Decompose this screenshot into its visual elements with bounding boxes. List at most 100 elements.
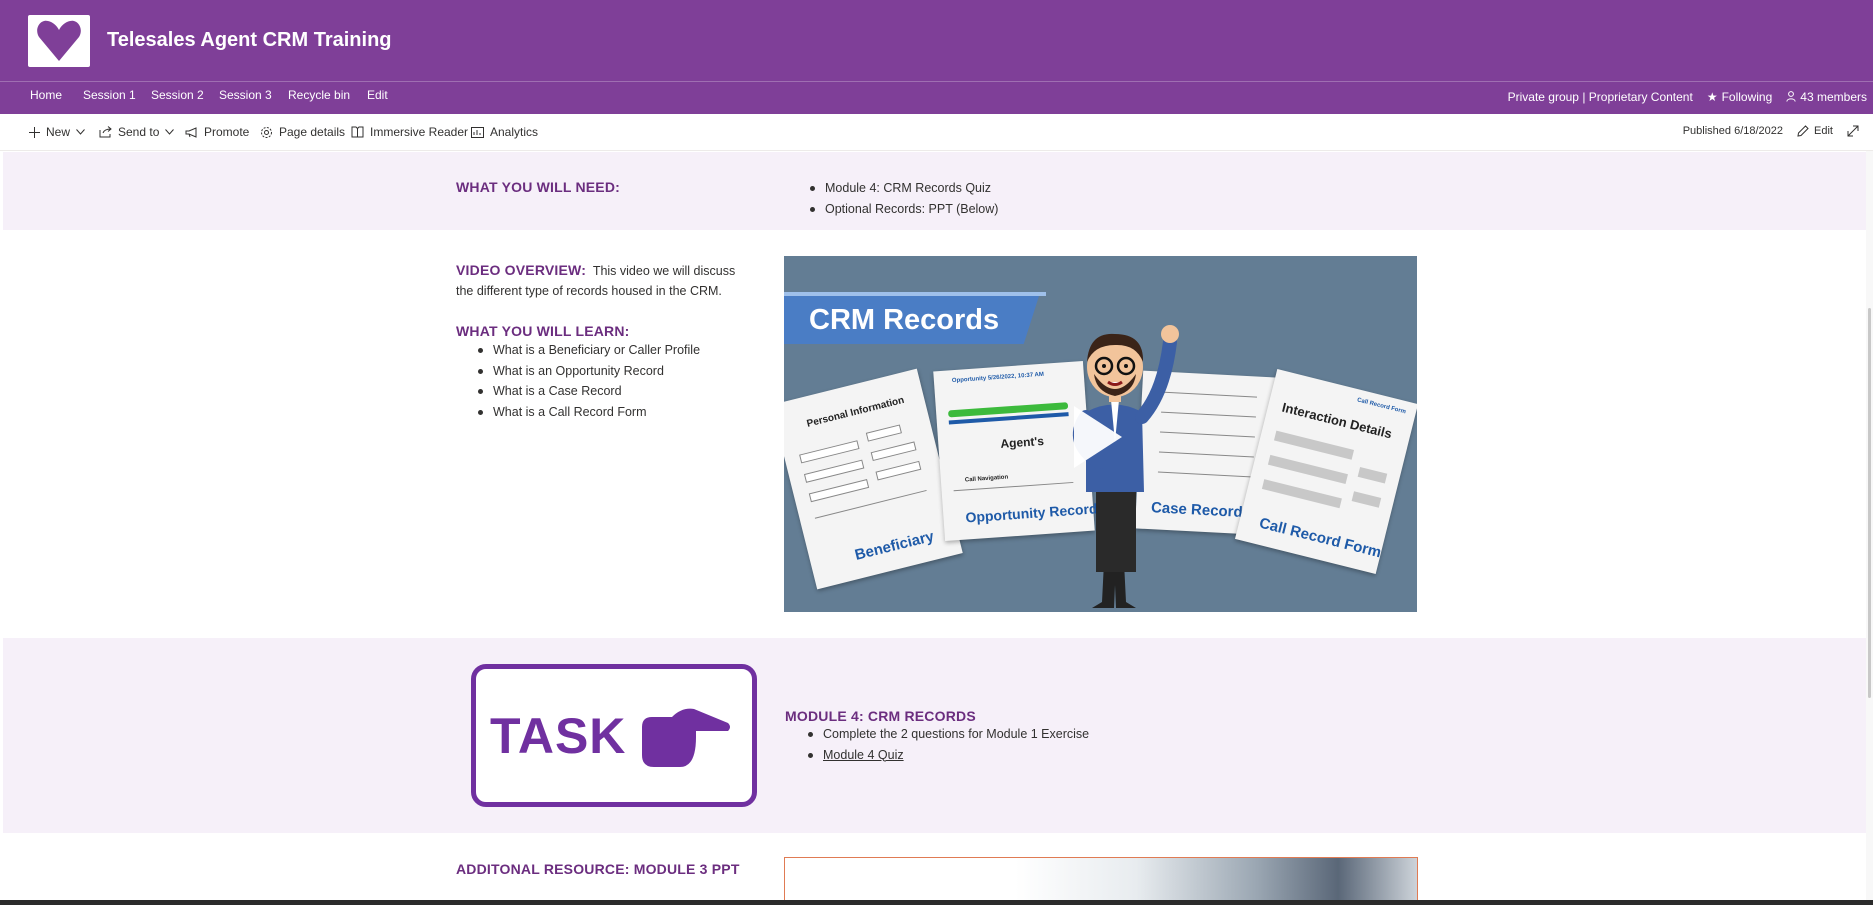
book-icon: [351, 126, 364, 138]
form-field: [1273, 430, 1355, 460]
card-heading: Agent's: [999, 433, 1045, 451]
form-field: [1261, 479, 1342, 509]
form-field: [865, 424, 902, 442]
command-bar-right: Published 6/18/2022 Edit: [1683, 125, 1859, 137]
list-item: What is a Beneficiary or Caller Profile: [473, 340, 756, 361]
task-list: Complete the 2 questions for Module 1 Ex…: [803, 724, 1089, 765]
form-field: [875, 460, 922, 481]
heart-icon: [37, 20, 81, 61]
published-date: Published 6/18/2022: [1682, 125, 1784, 137]
video-overview: VIDEO OVERVIEW: This video we will discu…: [456, 260, 756, 422]
list-item: What is a Case Record: [473, 381, 756, 402]
ppt-embed[interactable]: [784, 857, 1418, 905]
site-header: Telesales Agent CRM Training Home Sessio…: [0, 0, 1873, 114]
page-details-button[interactable]: Page details: [260, 125, 345, 139]
immersive-reader-label: Immersive Reader: [370, 125, 469, 139]
nav-recycle-bin[interactable]: Recycle bin: [288, 88, 350, 102]
form-field: [799, 440, 860, 464]
form-field: [1351, 491, 1382, 508]
overview-text-2: the different type of records housed in …: [456, 284, 722, 298]
site-title[interactable]: Telesales Agent CRM Training: [107, 29, 392, 52]
ppt-preview-image: [1015, 858, 1417, 905]
site-nav: Home Session 1 Session 2 Session 3 Recyc…: [0, 84, 1873, 114]
edit-label: Edit: [1814, 125, 1833, 137]
video-title: CRM Records: [809, 304, 1000, 336]
list-item: Complete the 2 questions for Module 1 Ex…: [803, 724, 1089, 745]
chevron-down-icon: [165, 129, 175, 135]
plus-icon: [29, 126, 40, 138]
nav-home[interactable]: Home: [30, 88, 62, 102]
task-content: MODULE 4: CRM RECORDS Complete the 2 que…: [785, 708, 1089, 765]
pointing-hand-icon: [642, 708, 730, 767]
expand-icon[interactable]: [1847, 125, 1859, 137]
list-item: Module 4: CRM Records Quiz: [805, 178, 998, 199]
list-item: What is a Call Record Form: [473, 402, 756, 423]
form-field: [808, 479, 870, 503]
edit-page-button[interactable]: Edit: [1797, 125, 1833, 137]
immersive-reader-button[interactable]: Immersive Reader: [351, 125, 468, 139]
privacy-label: Private group | Proprietary Content: [1507, 90, 1693, 104]
card-label: Beneficiary: [853, 527, 936, 564]
nav-session-1[interactable]: Session 1: [83, 88, 136, 102]
taskbar-edge: [0, 900, 1873, 905]
list-item: What is an Opportunity Record: [473, 361, 756, 382]
analytics-label: Analytics: [490, 125, 539, 139]
command-bar: New Send to Promote Page details Immersi…: [0, 114, 1873, 151]
call-navigation-label: Call Navigation: [964, 474, 1009, 484]
nav-session-3[interactable]: Session 3: [219, 88, 272, 102]
banner-stripe: [784, 292, 1046, 296]
form-field: [1357, 466, 1388, 484]
overview-heading: VIDEO OVERVIEW:: [456, 262, 587, 278]
play-icon[interactable]: [1074, 406, 1122, 468]
nav-session-2[interactable]: Session 2: [151, 88, 204, 102]
video-player[interactable]: CRM Records Personal Information Benefic…: [784, 256, 1417, 612]
resource-heading: ADDITONAL RESOURCE: MODULE 3 PPT: [456, 861, 740, 877]
need-section: WHAT YOU WILL NEED: Module 4: CRM Record…: [3, 152, 1873, 230]
scrollbar-thumb[interactable]: [1868, 308, 1871, 698]
site-topbar: Telesales Agent CRM Training: [0, 0, 1873, 82]
learn-heading: WHAT YOU WILL LEARN:: [456, 323, 630, 339]
analytics-icon: [471, 126, 484, 138]
new-label: New: [46, 125, 71, 139]
gear-icon: [261, 126, 272, 138]
list-item: Optional Records: PPT (Below): [805, 199, 998, 220]
following-label: Following: [1721, 90, 1773, 104]
form-field: [870, 441, 917, 462]
task-word: TASK: [490, 708, 627, 764]
send-to-label: Send to: [118, 125, 160, 139]
following-button[interactable]: ★ Following: [1707, 90, 1772, 104]
analytics-button[interactable]: Analytics: [471, 125, 538, 139]
divider: [953, 481, 1074, 492]
promote-button[interactable]: Promote: [185, 125, 249, 139]
call-record-form-small: Call Record Form: [1356, 397, 1407, 416]
star-icon: ★: [1706, 90, 1718, 104]
task-section: MODULE 4: CRM RECORDS Complete the 2 que…: [3, 638, 1873, 833]
task-image: TASK: [471, 664, 757, 807]
opportunity-header: Opportunity 5/26/2022, 10:37 AM: [951, 371, 1045, 385]
megaphone-icon: [185, 126, 197, 138]
new-button[interactable]: New: [29, 125, 85, 139]
members-button[interactable]: 43 members: [1786, 90, 1867, 104]
share-icon: [99, 126, 112, 138]
nav-edit[interactable]: Edit: [367, 88, 388, 102]
form-field: [803, 459, 865, 483]
pencil-icon: [1797, 125, 1809, 137]
learn-list: What is a Beneficiary or Caller Profile …: [473, 340, 756, 422]
promote-label: Promote: [204, 125, 250, 139]
page-details-label: Page details: [279, 125, 346, 139]
module-quiz-link[interactable]: Module 4 Quiz: [823, 748, 904, 762]
task-heading: MODULE 4: CRM RECORDS: [785, 708, 976, 724]
need-list: Module 4: CRM Records Quiz Optional Reco…: [805, 178, 998, 219]
send-to-button[interactable]: Send to: [99, 125, 175, 139]
need-heading: WHAT YOU WILL NEED:: [456, 179, 621, 195]
site-logo[interactable]: [28, 15, 90, 67]
card-heading: Personal Information: [805, 394, 906, 430]
card-label: Call Record Form: [1257, 514, 1383, 562]
overview-text-1: This video we will discuss: [592, 264, 736, 278]
members-label: 43 members: [1800, 90, 1867, 104]
site-status: Private group | Proprietary Content ★ Fol…: [1508, 90, 1867, 104]
person-icon: [1786, 91, 1796, 102]
chevron-down-icon: [76, 129, 85, 135]
form-field: [1267, 454, 1348, 484]
list-item: Module 4 Quiz: [803, 745, 1089, 766]
